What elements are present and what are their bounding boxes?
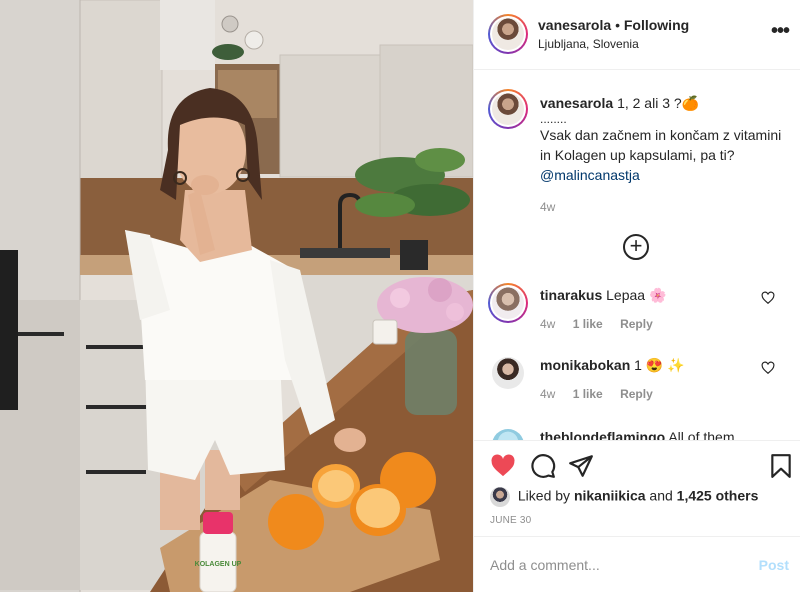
liker-avatar[interactable] xyxy=(490,487,510,507)
liker-username[interactable]: nikaniikica xyxy=(574,488,646,504)
comment-meta: 4w 1 like Reply xyxy=(540,387,653,401)
author-line: vanesarola • Following xyxy=(538,17,689,33)
plus-circle-icon[interactable]: + xyxy=(623,234,649,260)
commenter-avatar[interactable] xyxy=(492,357,524,389)
comment-icon[interactable] xyxy=(530,453,556,479)
product-label: KOLAGEN UP xyxy=(195,561,242,568)
photo-illustration: KOLAGEN UP xyxy=(0,0,473,592)
post-photo[interactable]: KOLAGEN UP xyxy=(0,0,473,592)
reply-button[interactable]: Reply xyxy=(620,387,653,401)
comment-body: monikabokan 1 😍 ✨ xyxy=(540,357,685,374)
post-header: vanesarola • Following Ljubljana, Sloven… xyxy=(474,0,800,70)
more-options-icon[interactable]: ••• xyxy=(771,21,790,41)
post-date[interactable]: JUNE 30 xyxy=(490,515,531,526)
caption-line1: 1, 2 ali 3 ?🍊 xyxy=(617,95,700,111)
commenter-avatar[interactable] xyxy=(488,283,528,323)
comment-input[interactable]: Add a comment... xyxy=(490,557,600,573)
dot-separator: • xyxy=(615,17,624,33)
author-avatar[interactable] xyxy=(488,14,528,54)
likes-prefix: Liked by xyxy=(517,487,571,504)
comment-username[interactable]: theblondeflamingo xyxy=(540,429,665,440)
reply-button[interactable]: Reply xyxy=(620,317,653,331)
location-link[interactable]: Ljubljana, Slovenia xyxy=(538,37,639,51)
likes-and: and xyxy=(649,487,673,504)
caption: vanesarola 1, 2 ali 3 ?🍊 ........ Vsak d… xyxy=(540,93,785,217)
comments-list[interactable]: vanesarola 1, 2 ali 3 ?🍊 ........ Vsak d… xyxy=(474,71,800,440)
comment-username[interactable]: monikabokan xyxy=(540,357,630,373)
comment-time[interactable]: 4w xyxy=(540,387,555,401)
caption-avatar[interactable] xyxy=(488,89,528,129)
comment-body: theblondeflamingo All of them xyxy=(540,429,734,440)
add-comment-bar: Add a comment... Post xyxy=(474,536,800,592)
comment-time[interactable]: 4w xyxy=(540,317,555,331)
caption-line3: Vsak dan začnem in končam z vitamini in … xyxy=(540,127,782,163)
author-username[interactable]: vanesarola xyxy=(538,17,611,33)
bookmark-icon[interactable] xyxy=(768,453,794,479)
comment-text: Lepaa 🌸 xyxy=(606,287,667,303)
heart-icon[interactable] xyxy=(490,453,516,479)
caption-mention[interactable]: @malincanastja xyxy=(540,167,640,183)
following-button[interactable]: Following xyxy=(624,17,689,33)
comment-meta: 4w 1 like Reply xyxy=(540,317,653,331)
comment-likes[interactable]: 1 like xyxy=(573,317,603,331)
comment-text: 1 😍 ✨ xyxy=(634,357,685,373)
caption-username[interactable]: vanesarola xyxy=(540,95,613,111)
comment-text: All of them xyxy=(668,429,735,440)
caption-line2: ........ xyxy=(540,112,567,126)
action-bar: Liked by nikaniikica and 1,425 others JU… xyxy=(474,440,800,536)
paper-plane-icon[interactable] xyxy=(568,453,594,479)
comment-username[interactable]: tinarakus xyxy=(540,287,602,303)
comment-likes[interactable]: 1 like xyxy=(573,387,603,401)
comment-heart-icon[interactable] xyxy=(761,291,775,305)
post-sidebar: vanesarola • Following Ljubljana, Sloven… xyxy=(473,0,800,592)
likes-others[interactable]: 1,425 others xyxy=(677,488,759,504)
comment-heart-icon[interactable] xyxy=(761,361,775,375)
commenter-avatar[interactable] xyxy=(492,429,524,440)
likes-summary: Liked by nikaniikica and 1,425 others xyxy=(490,487,758,507)
post-button[interactable]: Post xyxy=(759,557,789,573)
caption-time[interactable]: 4w xyxy=(540,197,785,217)
comment-body: tinarakus Lepaa 🌸 xyxy=(540,287,666,304)
